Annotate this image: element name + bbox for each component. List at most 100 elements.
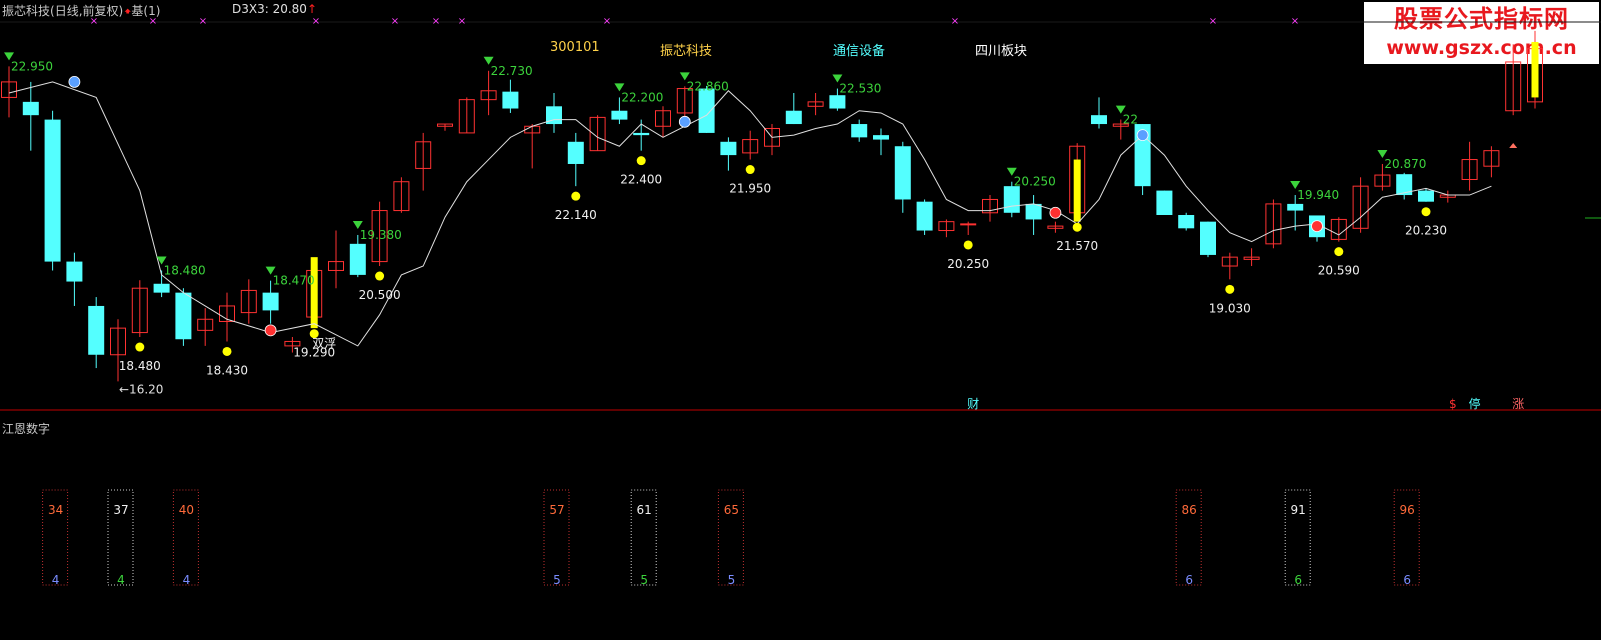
high-price-label: 18.470 bbox=[273, 274, 315, 288]
high-price-label: 20.870 bbox=[1384, 157, 1426, 171]
candle-body bbox=[1091, 115, 1107, 125]
top-mark-icon: × bbox=[391, 16, 399, 27]
high-price-label: 18.480 bbox=[164, 263, 206, 277]
candle-body bbox=[916, 201, 933, 231]
gann-bottom-number: 4 bbox=[117, 573, 125, 587]
candle-body bbox=[829, 95, 846, 109]
low-marker-icon bbox=[745, 165, 755, 175]
gann-top-number: 65 bbox=[724, 503, 739, 517]
low-price-label: 20.590 bbox=[1318, 264, 1360, 278]
gann-bottom-number: 4 bbox=[183, 573, 191, 587]
top-mark-icon: × bbox=[199, 16, 207, 27]
candle-body bbox=[960, 223, 977, 226]
gann-bottom-number: 6 bbox=[1403, 573, 1411, 587]
gann-top-number: 96 bbox=[1400, 503, 1415, 517]
bottom-tag-label: 财 bbox=[967, 397, 979, 411]
candlestick-chart: × × × × × × × × × × × 22.950 18.480 18.470 19.380 22.73… bbox=[0, 16, 1601, 587]
candle-body bbox=[785, 110, 802, 125]
bottom-tag-label: $ bbox=[1449, 397, 1457, 411]
gann-top-number: 57 bbox=[549, 503, 564, 517]
low-marker-icon bbox=[1421, 207, 1431, 217]
top-mark-icon: × bbox=[432, 16, 440, 27]
gann-top-number: 37 bbox=[113, 503, 128, 517]
gann-bottom-number: 5 bbox=[728, 573, 736, 587]
ball-marker-icon bbox=[1311, 220, 1323, 232]
candle-body bbox=[1200, 221, 1216, 255]
low-marker-icon bbox=[375, 271, 385, 281]
candle-body bbox=[262, 292, 279, 311]
candle-body bbox=[44, 119, 61, 262]
high-price-label: 22.530 bbox=[839, 82, 881, 96]
high-price-label: 20.250 bbox=[1014, 175, 1056, 189]
top-mark-icon: × bbox=[1291, 16, 1299, 27]
candle-body bbox=[153, 283, 170, 293]
signal-bar bbox=[1073, 159, 1081, 222]
gann-top-number: 34 bbox=[48, 503, 63, 517]
candle-body bbox=[633, 132, 650, 136]
low-marker-icon bbox=[135, 342, 145, 352]
candle-body bbox=[851, 124, 868, 138]
candle-body bbox=[349, 243, 366, 275]
ball-marker-icon bbox=[1136, 129, 1149, 142]
high-price-label: 22.200 bbox=[621, 90, 663, 104]
low-price-label: 22.140 bbox=[555, 208, 597, 222]
top-mark-icon: × bbox=[603, 16, 611, 27]
bottom-tag-label: 停 bbox=[1469, 396, 1481, 411]
gann-bottom-number: 5 bbox=[640, 573, 648, 587]
candle-body bbox=[1418, 190, 1434, 202]
high-price-label: 22 bbox=[1123, 113, 1138, 127]
gann-top-number: 91 bbox=[1291, 503, 1306, 517]
ball-marker-icon bbox=[678, 115, 691, 128]
top-mark-icon: × bbox=[458, 16, 466, 27]
low-price-label: 18.480 bbox=[119, 359, 161, 373]
candle-body bbox=[66, 261, 83, 282]
candle-body bbox=[567, 141, 584, 164]
low-price-label: 20.250 bbox=[947, 257, 989, 271]
low-marker-icon bbox=[1334, 247, 1344, 257]
candle-body bbox=[22, 101, 39, 116]
top-mark-icon: × bbox=[951, 16, 959, 27]
top-mark-icon: × bbox=[90, 16, 98, 27]
low-price-label: 20.230 bbox=[1405, 224, 1447, 238]
high-price-label: 22.730 bbox=[491, 64, 533, 78]
candle-body bbox=[720, 141, 737, 156]
low-price-label: 20.500 bbox=[359, 288, 401, 302]
low-price-label: 22.400 bbox=[620, 173, 662, 187]
candle-body bbox=[894, 146, 911, 200]
candle-body bbox=[873, 135, 889, 140]
candle-body bbox=[502, 91, 519, 109]
gann-bottom-number: 6 bbox=[1294, 573, 1302, 587]
signal-text-label: 双浮 bbox=[312, 337, 336, 351]
chart-stage: 振芯科技(日线,前复权) 🠹基(1) D3X3: 20.80↑ 300101 振… bbox=[0, 0, 1601, 640]
low-price-label: 21.950 bbox=[729, 182, 771, 196]
gann-top-number: 86 bbox=[1182, 503, 1197, 517]
gann-bottom-number: 6 bbox=[1185, 573, 1193, 587]
candle-body bbox=[698, 88, 715, 133]
candle-body bbox=[1025, 203, 1042, 220]
low-marker-icon bbox=[636, 156, 646, 166]
gann-top-number: 61 bbox=[637, 503, 652, 517]
low-price-label: 18.430 bbox=[206, 363, 248, 377]
candle-body bbox=[611, 110, 628, 120]
ball-marker-icon bbox=[68, 75, 81, 88]
gann-top-number: 40 bbox=[179, 503, 194, 517]
gann-bottom-number: 5 bbox=[553, 573, 561, 587]
low-price-label: 19.030 bbox=[1209, 301, 1251, 315]
top-mark-icon: × bbox=[1209, 16, 1217, 27]
low-price-label: 21.570 bbox=[1056, 239, 1098, 253]
low-marker-icon bbox=[222, 346, 232, 356]
candle-body bbox=[1156, 190, 1173, 215]
high-price-label: 22.860 bbox=[687, 79, 729, 93]
gann-bottom-number: 4 bbox=[52, 573, 60, 587]
signal-bar bbox=[310, 257, 318, 329]
ball-marker-icon bbox=[1049, 206, 1062, 219]
signal-bar bbox=[1531, 41, 1539, 98]
candle-body bbox=[1003, 186, 1020, 213]
candle-body bbox=[1178, 215, 1195, 229]
candle-body bbox=[175, 292, 192, 340]
candle-body bbox=[88, 305, 105, 355]
top-mark-icon: × bbox=[149, 16, 157, 27]
bottom-tag-label: 涨 bbox=[1512, 396, 1524, 411]
up-tick-icon bbox=[1509, 143, 1518, 148]
high-price-label: 19.380 bbox=[360, 228, 402, 242]
